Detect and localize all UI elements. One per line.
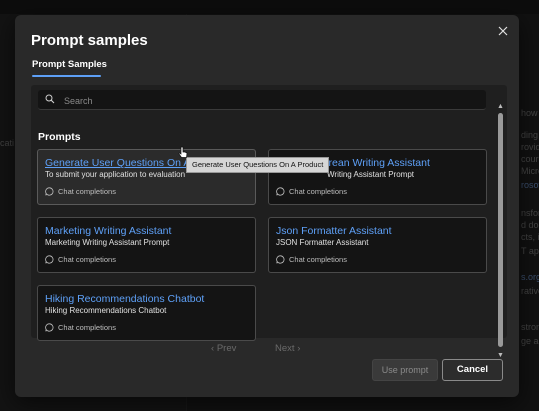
use-prompt-button[interactable]: Use prompt	[372, 359, 438, 381]
scroll-up-icon[interactable]: ▲	[497, 103, 504, 110]
scrollbar-thumb[interactable]	[498, 113, 503, 347]
prompt-card-meta: Chat completions	[276, 254, 347, 264]
search-input[interactable]	[62, 91, 476, 110]
close-button[interactable]	[496, 24, 510, 38]
scroll-down-icon[interactable]: ▼	[497, 352, 504, 359]
prompt-card[interactable]: Marketing Writing Assistant Marketing Wr…	[37, 217, 256, 273]
close-icon	[498, 26, 508, 36]
prompt-card-type: Chat completions	[58, 186, 116, 196]
prev-label: Prev	[216, 343, 237, 354]
prompt-card-description: Marketing Writing Assistant Prompt	[45, 238, 170, 247]
tab-prompt-samples[interactable]: Prompt Samples	[32, 59, 107, 74]
prompt-card-meta: Chat completions	[45, 322, 116, 332]
prompt-samples-dialog: Prompt samples Prompt Samples Prompts Ge…	[15, 15, 519, 397]
chat-icon	[276, 186, 285, 196]
chevron-left-icon: ‹	[211, 343, 215, 354]
prompt-card-meta: Chat completions	[45, 254, 116, 264]
prompt-card-meta: Chat completions	[45, 186, 116, 196]
prompt-card-type: Chat completions	[58, 254, 116, 264]
section-title: Prompts	[38, 131, 81, 143]
prompt-card[interactable]: Json Formatter Assistant JSON Formatter …	[268, 217, 487, 273]
chat-icon	[45, 186, 54, 196]
cancel-button[interactable]: Cancel	[442, 359, 503, 381]
prompt-card-meta: Chat completions	[276, 186, 347, 196]
chat-icon	[276, 254, 285, 264]
prompt-list-panel: Prompts Generate User Questions On A P..…	[31, 85, 507, 341]
prompt-card-description: To submit your application to evaluation	[45, 170, 186, 179]
prompt-card-title[interactable]: Marketing Writing Assistant	[45, 225, 171, 237]
card-title-tooltip: Generate User Questions On A Product	[186, 157, 330, 173]
prompt-card-description: Writing Assistant Prompt	[327, 170, 414, 179]
scrollbar[interactable]: ▲ ▼	[497, 103, 505, 363]
chat-icon	[45, 322, 54, 332]
next-page-button[interactable]: Next ›	[275, 343, 300, 354]
hand-cursor-icon	[178, 146, 188, 158]
prompt-card-type: Chat completions	[289, 186, 347, 196]
prompt-card-type: Chat completions	[289, 254, 347, 264]
prompt-card-title[interactable]: Hiking Recommendations Chatbot	[45, 293, 204, 305]
prompt-card-description: JSON Formatter Assistant	[276, 238, 369, 247]
dialog-title: Prompt samples	[31, 32, 148, 49]
prompt-card-type: Chat completions	[58, 322, 116, 332]
prompt-card-description: Hiking Recommendations Chatbot	[45, 306, 167, 315]
next-label: Next	[275, 343, 295, 354]
search-box[interactable]	[38, 90, 486, 110]
prompt-card[interactable]: Hiking Recommendations Chatbot Hiking Re…	[37, 285, 256, 341]
tab-active-indicator	[32, 75, 101, 77]
chat-icon	[45, 254, 54, 264]
search-icon	[45, 94, 55, 104]
chevron-right-icon: ›	[297, 343, 301, 354]
prompt-card-title[interactable]: Json Formatter Assistant	[276, 225, 392, 237]
prev-page-button[interactable]: ‹ Prev	[211, 343, 236, 354]
